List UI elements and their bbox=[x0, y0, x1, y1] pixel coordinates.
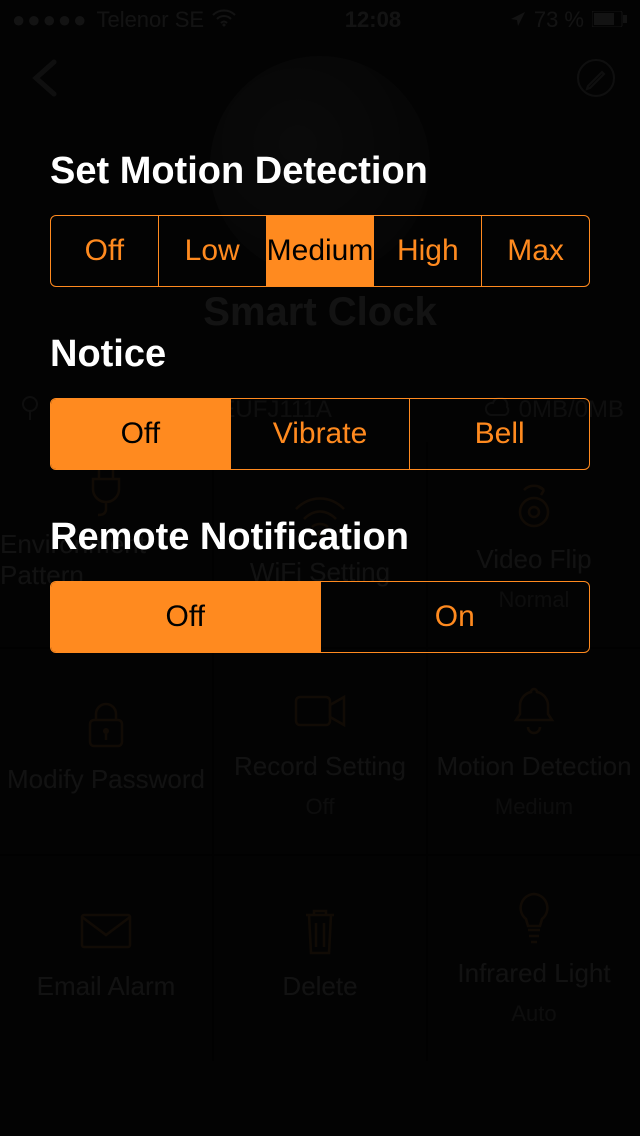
notice-segmented: Off Vibrate Bell bbox=[50, 398, 590, 470]
motion-segmented: Off Low Medium High Max bbox=[50, 215, 590, 287]
motion-opt-high[interactable]: High bbox=[374, 216, 482, 286]
motion-opt-off[interactable]: Off bbox=[51, 216, 159, 286]
notice-opt-bell[interactable]: Bell bbox=[410, 399, 589, 469]
motion-opt-medium[interactable]: Medium bbox=[267, 216, 375, 286]
remote-opt-on[interactable]: On bbox=[321, 582, 590, 652]
motion-title: Set Motion Detection bbox=[50, 150, 590, 193]
remote-opt-off[interactable]: Off bbox=[51, 582, 321, 652]
remote-title: Remote Notification bbox=[50, 516, 590, 559]
notice-title: Notice bbox=[50, 333, 590, 376]
motion-opt-low[interactable]: Low bbox=[159, 216, 267, 286]
motion-detection-modal: Set Motion Detection Off Low Medium High… bbox=[50, 150, 590, 653]
notice-opt-off[interactable]: Off bbox=[51, 399, 231, 469]
notice-opt-vibrate[interactable]: Vibrate bbox=[231, 399, 411, 469]
motion-opt-max[interactable]: Max bbox=[482, 216, 589, 286]
remote-segmented: Off On bbox=[50, 581, 590, 653]
